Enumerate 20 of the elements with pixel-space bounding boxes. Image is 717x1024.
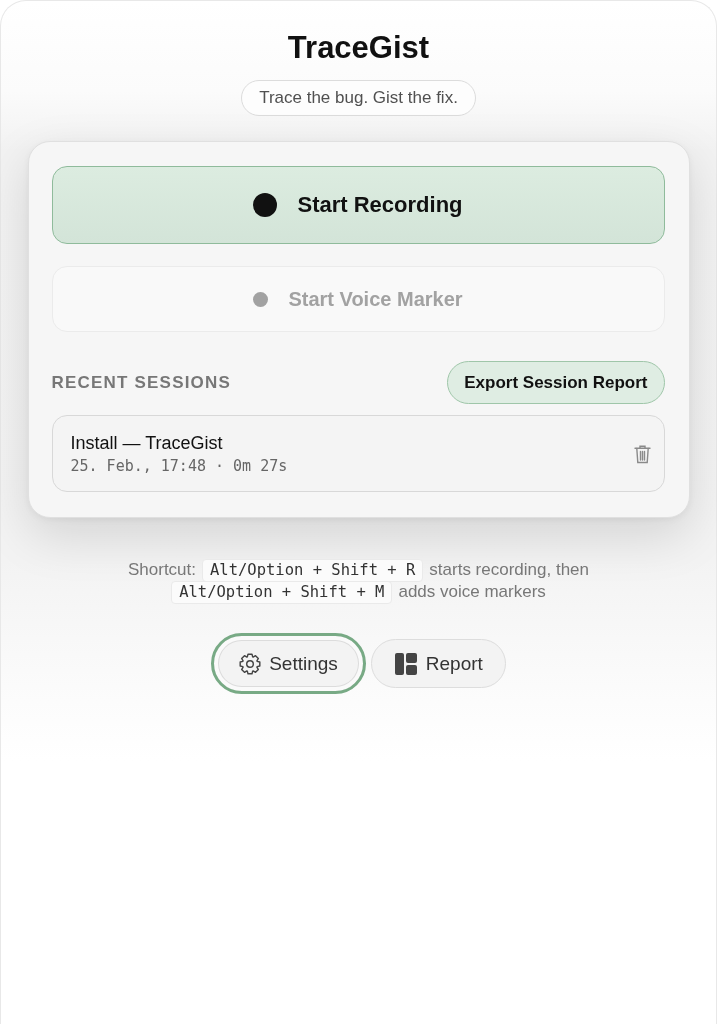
settings-icon	[239, 652, 262, 675]
section-heading: RECENT SESSIONS	[51, 372, 232, 393]
hint-text: starts recording, then	[429, 560, 590, 580]
session-item[interactable]: Install — TraceGist 25. Feb., 17:48 · 0m 27s	[51, 415, 665, 492]
settings-button[interactable]: Settings	[211, 633, 366, 694]
session-meta: 25. Feb., 17:48 · 0m 27s	[70, 456, 288, 475]
dot-icon	[253, 291, 269, 307]
report-button[interactable]: Report	[370, 639, 506, 688]
session-title: Install — TraceGist	[70, 432, 224, 454]
hint-text: Shortcut:	[127, 560, 196, 580]
export-report-button[interactable]: Export Session Report	[447, 361, 665, 404]
record-dot-icon	[253, 193, 278, 217]
trash-icon[interactable]	[633, 443, 651, 464]
keyboard-shortcut: Alt/Option + Shift + M	[171, 580, 393, 604]
start-recording-button[interactable]: Start Recording	[51, 166, 665, 244]
tagline: Trace the bug. Gist the fix.	[241, 80, 476, 116]
app-title: TraceGist	[287, 29, 430, 67]
keyboard-shortcut: Alt/Option + Shift + R	[202, 558, 424, 582]
layout-icon	[393, 651, 418, 676]
hint-text: adds voice markers	[398, 582, 546, 602]
